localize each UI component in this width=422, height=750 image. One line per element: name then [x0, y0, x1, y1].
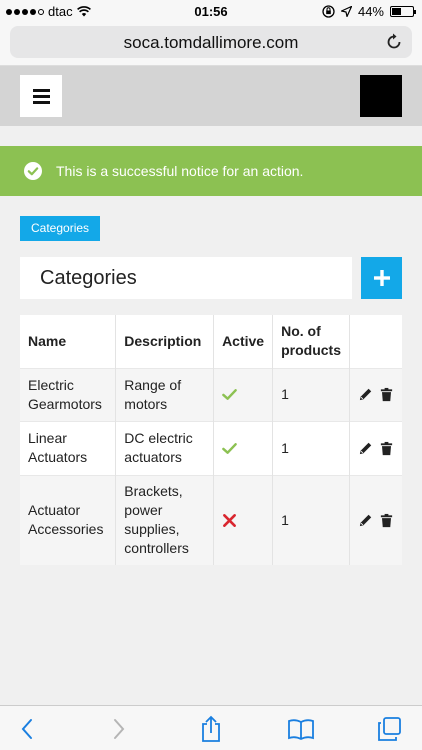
check-icon	[222, 389, 237, 400]
avatar[interactable]	[360, 75, 402, 117]
page-title-box: Categories	[20, 257, 352, 299]
back-icon[interactable]	[20, 718, 34, 740]
header-actions	[349, 315, 402, 368]
notice-text: This is a successful notice for an actio…	[56, 163, 304, 179]
trash-icon[interactable]	[379, 387, 394, 402]
rotation-lock-icon	[322, 5, 335, 18]
forward-button[interactable]	[104, 714, 134, 744]
cell-description: Brackets, power supplies, controllers	[115, 474, 215, 565]
address-bar[interactable]: soca.tomdallimore.com	[10, 26, 412, 58]
browser-bottom-toolbar	[0, 705, 422, 750]
breadcrumb[interactable]: Categories	[20, 216, 101, 241]
cell-description: DC electric actuators	[115, 420, 215, 475]
url-text[interactable]: soca.tomdallimore.com	[10, 33, 412, 53]
cell-actions	[349, 420, 402, 475]
share-icon[interactable]	[200, 715, 222, 743]
share-button[interactable]	[196, 714, 226, 744]
cell-active	[213, 367, 274, 421]
cell-active	[213, 420, 274, 475]
battery-percent: 44%	[357, 4, 384, 19]
back-button[interactable]	[12, 714, 42, 744]
bookmarks-button[interactable]	[286, 714, 316, 744]
tabs-button[interactable]	[374, 714, 404, 744]
pencil-icon[interactable]	[358, 441, 373, 456]
check-icon	[222, 442, 237, 454]
forward-icon[interactable]	[112, 718, 126, 740]
cell-name: Electric Gearmotors	[20, 367, 117, 421]
cell-active	[213, 474, 274, 565]
cell-actions	[349, 367, 402, 421]
pencil-icon[interactable]	[358, 513, 373, 528]
status-bar: dtac 01:56 44%	[0, 0, 422, 22]
cell-name: Actuator Accessories	[20, 474, 117, 565]
success-notice: This is a successful notice for an actio…	[0, 146, 422, 196]
tabs-icon[interactable]	[376, 716, 402, 742]
table-row: Electric Gearmotors Range of motors 1	[20, 367, 402, 421]
trash-icon[interactable]	[379, 441, 394, 456]
table-row: Linear Actuators DC electric actuators 1	[20, 420, 402, 475]
cell-product-count: 1	[272, 474, 350, 565]
battery-icon	[390, 6, 416, 17]
table-header-row: Name Description Active No. of products	[20, 315, 402, 368]
header-name: Name	[20, 315, 117, 368]
page-title: Categories	[40, 267, 137, 289]
browser-toolbar: soca.tomdallimore.com	[0, 22, 422, 66]
table-row: Actuator Accessories Brackets, power sup…	[20, 474, 402, 565]
bookmarks-icon[interactable]	[287, 718, 315, 740]
cell-product-count: 1	[272, 367, 350, 421]
header-product-count: No. of products	[272, 315, 350, 368]
app-header	[0, 66, 422, 126]
location-icon	[340, 6, 352, 17]
categories-table: Name Description Active No. of products …	[20, 315, 402, 565]
cell-product-count: 1	[272, 420, 350, 475]
reload-icon[interactable]	[384, 32, 404, 52]
header-active: Active	[213, 315, 274, 368]
cell-actions	[349, 474, 402, 565]
trash-icon[interactable]	[379, 513, 394, 528]
pencil-icon[interactable]	[358, 387, 373, 402]
cross-icon	[223, 513, 237, 527]
hamburger-icon[interactable]	[20, 75, 62, 117]
status-indicators: 44%	[322, 4, 416, 19]
success-check-icon	[24, 162, 42, 180]
add-category-button[interactable]	[361, 257, 402, 299]
header-description: Description	[115, 315, 215, 368]
plus-icon	[373, 270, 390, 286]
cell-description: Range of motors	[115, 367, 215, 421]
cell-name: Linear Actuators	[20, 420, 117, 475]
